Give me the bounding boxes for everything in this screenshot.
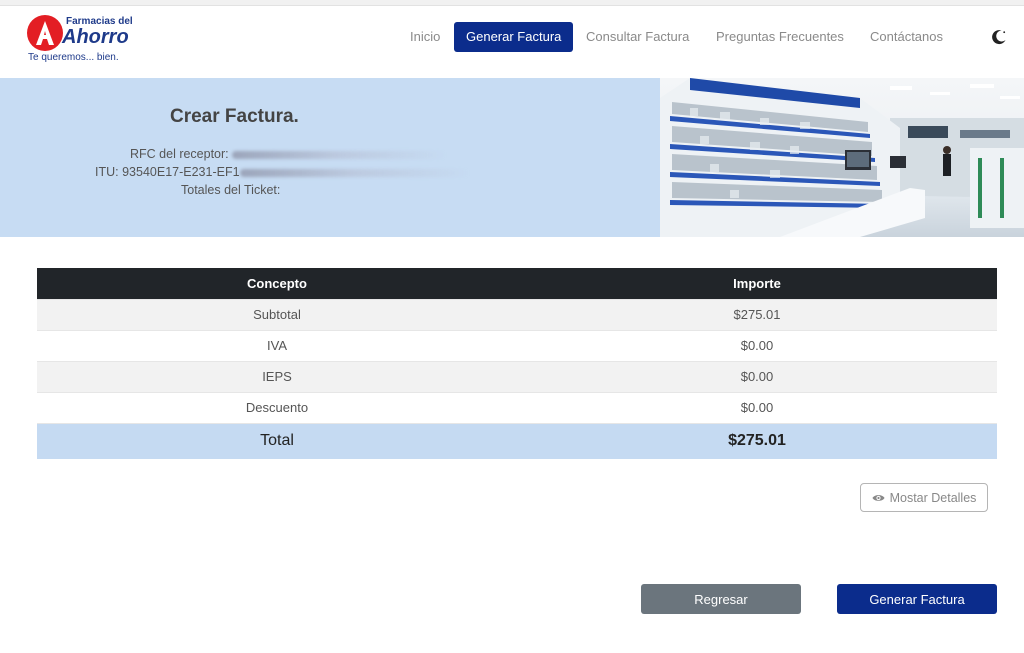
total-label: Total bbox=[37, 422, 517, 459]
show-details-label: Mostar Detalles bbox=[889, 490, 977, 505]
cell-importe: $275.01 bbox=[517, 298, 997, 330]
rfc-line: RFC del receptor: bbox=[130, 147, 448, 161]
cell-concepto: Subtotal bbox=[37, 298, 517, 330]
cell-concepto: Descuento bbox=[37, 391, 517, 423]
cell-concepto: IEPS bbox=[37, 360, 517, 392]
table-header-row: Concepto Importe bbox=[37, 268, 997, 299]
rfc-redacted bbox=[232, 150, 448, 159]
nav-item-consultar-factura[interactable]: Consultar Factura bbox=[586, 22, 689, 52]
page-title: Crear Factura. bbox=[170, 106, 299, 127]
generate-invoice-label: Generar Factura bbox=[869, 591, 965, 607]
column-header-importe: Importe bbox=[517, 268, 997, 299]
nav-item-contactanos[interactable]: Contáctanos bbox=[870, 22, 943, 52]
invoice-banner: Crear Factura. RFC del receptor: ITU: 93… bbox=[0, 78, 1024, 237]
cell-importe: $0.00 bbox=[517, 360, 997, 392]
nav-item-preguntas-frecuentes[interactable]: Preguntas Frecuentes bbox=[716, 22, 844, 52]
moon-icon[interactable] bbox=[990, 28, 1008, 46]
back-button-label: Regresar bbox=[694, 591, 748, 607]
eye-icon bbox=[872, 494, 885, 501]
table-row: Subtotal $275.01 bbox=[37, 298, 997, 330]
rfc-label: RFC del receptor: bbox=[130, 147, 229, 161]
totals-table: Concepto Importe Subtotal $275.01 IVA $0… bbox=[37, 268, 997, 459]
main-nav: Inicio Generar Factura Consultar Factura… bbox=[0, 22, 1024, 52]
nav-item-generar-factura[interactable]: Generar Factura bbox=[454, 22, 574, 52]
cell-concepto: IVA bbox=[37, 329, 517, 361]
site-header: Farmacias del Ahorro Te queremos... bien… bbox=[0, 6, 1024, 78]
totals-label: Totales del Ticket: bbox=[181, 183, 281, 197]
back-button[interactable]: Regresar bbox=[641, 584, 801, 614]
pharmacy-photo bbox=[660, 78, 1024, 237]
totals-line: Totales del Ticket: bbox=[181, 183, 280, 197]
itu-value: 93540E17-E231-EF1 bbox=[122, 165, 240, 179]
itu-label: ITU: bbox=[95, 165, 119, 179]
generate-invoice-button[interactable]: Generar Factura bbox=[837, 584, 997, 614]
total-row: Total $275.01 bbox=[37, 422, 997, 459]
nav-item-inicio[interactable]: Inicio bbox=[410, 22, 440, 52]
itu-redacted bbox=[239, 168, 470, 177]
cell-importe: $0.00 bbox=[517, 391, 997, 423]
table-row: Descuento $0.00 bbox=[37, 391, 997, 423]
show-details-button[interactable]: Mostar Detalles bbox=[860, 483, 988, 512]
column-header-concepto: Concepto bbox=[37, 268, 517, 299]
itu-line: ITU: 93540E17-E231-EF1 bbox=[95, 165, 470, 179]
table-row: IEPS $0.00 bbox=[37, 360, 997, 392]
cell-importe: $0.00 bbox=[517, 329, 997, 361]
brand-tagline: Te queremos... bien. bbox=[28, 52, 119, 63]
table-row: IVA $0.00 bbox=[37, 329, 997, 361]
total-amount: $275.01 bbox=[517, 422, 997, 459]
